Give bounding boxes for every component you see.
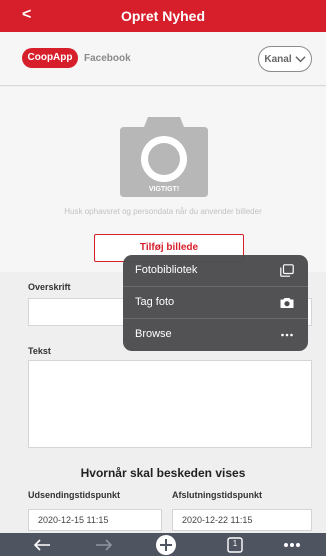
kanal-label: Kanal: [264, 53, 292, 65]
new-tab-button[interactable]: [153, 535, 179, 555]
menu-item-browse[interactable]: Browse: [123, 319, 308, 351]
plus-icon: [156, 535, 176, 555]
menu-item-take-photo[interactable]: Tag foto: [123, 287, 308, 319]
copyright-hint: Husk ophavsret og persondata når du anve…: [64, 207, 262, 216]
camera-placeholder-icon: VIGTIGT!: [120, 117, 208, 197]
end-time-label: Afslutningstidspunkt: [172, 490, 262, 500]
end-time-field[interactable]: 2020-12-22 11:15: [172, 509, 312, 531]
camera-icon: [280, 298, 294, 308]
more-horizontal-icon: [281, 333, 293, 337]
tabs-button[interactable]: 1: [224, 535, 246, 555]
channel-coopapp-toggle[interactable]: CoopApp: [22, 48, 78, 68]
start-time-field[interactable]: 2020-12-15 11:15: [28, 509, 162, 531]
text-label: Tekst: [28, 346, 51, 356]
page-title: Opret Nyhed: [120, 8, 205, 24]
browser-toolbar: 1: [0, 533, 326, 556]
headline-label: Overskrift: [28, 282, 71, 292]
photo-source-menu: Fotobibliotek Tag foto Browse: [123, 255, 308, 351]
photo-library-icon: [280, 264, 294, 277]
channel-bar: CoopApp Facebook Kanal: [0, 32, 326, 86]
menu-item-label: Browse: [135, 328, 172, 340]
channel-facebook-toggle[interactable]: Facebook: [84, 53, 131, 64]
menu-item-label: Fotobibliotek: [135, 264, 198, 276]
chevron-down-icon: [295, 55, 306, 62]
browser-menu-button[interactable]: [280, 535, 304, 555]
schedule-title: Hvornår skal beskeden vises: [80, 466, 246, 480]
kanal-dropdown[interactable]: Kanal: [258, 46, 312, 72]
menu-item-photo-library[interactable]: Fotobibliotek: [123, 255, 308, 287]
watermark-text: VIGTIGT!: [149, 186, 179, 193]
start-time-label: Udsendingstidspunkt: [28, 490, 120, 500]
more-horizontal-icon: [284, 543, 300, 547]
arrow-left-icon: [33, 539, 50, 551]
tab-count: 1: [232, 539, 238, 548]
arrow-right-icon: [96, 539, 113, 551]
browser-back-button[interactable]: [30, 535, 54, 555]
photo-section: VIGTIGT! Husk ophavsret og persondata nå…: [0, 87, 326, 272]
text-input[interactable]: [28, 360, 312, 448]
menu-item-label: Tag foto: [135, 296, 175, 308]
app-header: < Opret Nyhed: [0, 0, 326, 32]
browser-forward-button[interactable]: [92, 535, 116, 555]
